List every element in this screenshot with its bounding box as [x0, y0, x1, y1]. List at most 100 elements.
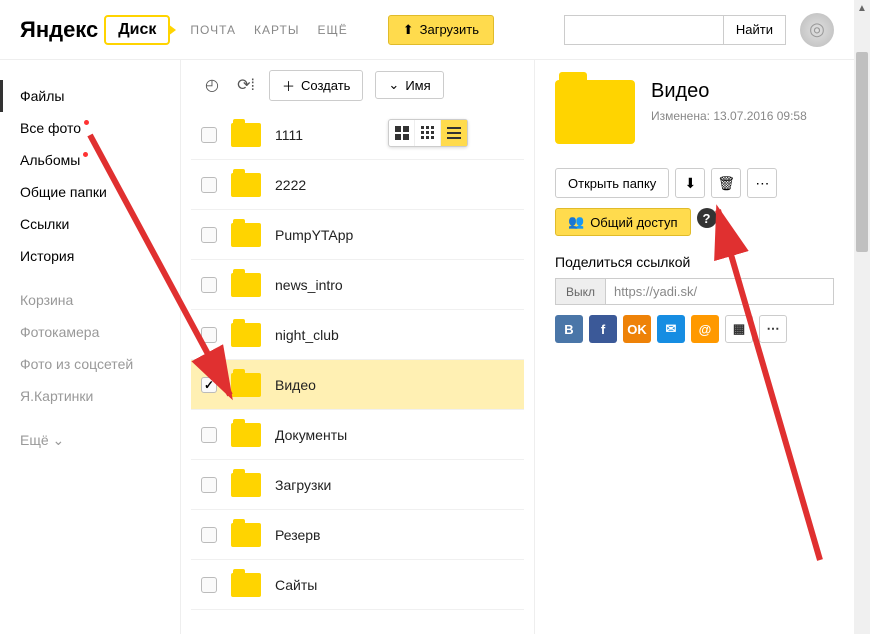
- folder-icon: [231, 573, 261, 597]
- sort-button[interactable]: ⌄Имя: [375, 71, 443, 99]
- social-qr[interactable]: ▦: [725, 315, 753, 343]
- file-name: news_intro: [275, 277, 343, 293]
- file-checkbox[interactable]: [201, 177, 217, 193]
- search-input[interactable]: [564, 15, 724, 45]
- sidebar-more[interactable]: Ещё ⌄: [0, 424, 180, 457]
- file-checkbox[interactable]: [201, 377, 217, 393]
- social-vk[interactable]: В: [555, 315, 583, 343]
- file-row[interactable]: news_intro: [191, 260, 524, 310]
- file-list: 1111 2222 PumpYTApp news_intro night_club Вид…: [181, 110, 534, 610]
- folder-icon: [231, 473, 261, 497]
- file-checkbox[interactable]: [201, 477, 217, 493]
- nav-mail[interactable]: ПОЧТА: [190, 23, 236, 37]
- delete-button[interactable]: 🗑: [711, 168, 741, 198]
- sidebar-item-allphoto[interactable]: Все фото: [0, 112, 180, 144]
- file-name: Сайты: [275, 577, 317, 593]
- trash-icon: 🗑: [717, 175, 735, 192]
- file-checkbox[interactable]: [201, 127, 217, 143]
- help-icon[interactable]: ?: [697, 208, 717, 228]
- file-name: 2222: [275, 177, 306, 193]
- more-actions-button[interactable]: ⋯: [747, 168, 777, 198]
- plus-icon: ＋: [282, 76, 295, 95]
- sidebar-item-shared[interactable]: Общие папки: [0, 176, 180, 208]
- nav-maps[interactable]: КАРТЫ: [254, 23, 299, 37]
- file-row[interactable]: Сайты: [191, 560, 524, 610]
- social-at[interactable]: @: [691, 315, 719, 343]
- share-link-input[interactable]: [606, 278, 834, 305]
- people-icon: 👥: [568, 214, 584, 230]
- file-name: PumpYTApp: [275, 227, 353, 243]
- social-mail[interactable]: ✉: [657, 315, 685, 343]
- create-button[interactable]: ＋Создать: [269, 70, 363, 101]
- download-button[interactable]: ⬇: [675, 168, 705, 198]
- file-checkbox[interactable]: [201, 327, 217, 343]
- scroll-thumb[interactable]: [856, 52, 868, 252]
- nav-more[interactable]: ЕЩЁ: [317, 23, 347, 37]
- disk-logo[interactable]: Диск: [104, 15, 170, 45]
- sidebar-item-yapics[interactable]: Я.Картинки: [0, 380, 180, 412]
- avatar[interactable]: ◎: [800, 13, 834, 47]
- header-nav: ПОЧТА КАРТЫ ЕЩЁ: [190, 23, 347, 37]
- file-name: night_club: [275, 327, 339, 343]
- file-checkbox[interactable]: [201, 427, 217, 443]
- view-large-tiles[interactable]: [389, 120, 415, 146]
- file-row[interactable]: 1111: [191, 110, 524, 160]
- upload-label: Загрузить: [420, 22, 479, 37]
- social-more[interactable]: ⋯: [759, 315, 787, 343]
- file-row[interactable]: night_club: [191, 310, 524, 360]
- social-fb[interactable]: f: [589, 315, 617, 343]
- folder-icon: [231, 123, 261, 147]
- view-switcher: [388, 119, 468, 147]
- history-icon[interactable]: ◴: [201, 74, 223, 96]
- file-name: Загрузки: [275, 477, 331, 493]
- sidebar-item-files[interactable]: Файлы: [0, 80, 180, 112]
- sidebar-item-trash[interactable]: Корзина: [0, 284, 180, 316]
- chevron-down-icon: ⌄: [388, 77, 399, 93]
- file-checkbox[interactable]: [201, 577, 217, 593]
- file-row[interactable]: PumpYTApp: [191, 210, 524, 260]
- folder-icon: [231, 323, 261, 347]
- file-row[interactable]: Видео: [191, 360, 524, 410]
- folder-icon: [231, 373, 261, 397]
- folder-icon: [231, 223, 261, 247]
- sidebar-item-albums[interactable]: Альбомы: [0, 144, 180, 176]
- file-row[interactable]: Документы: [191, 410, 524, 460]
- detail-title: Видео: [651, 80, 807, 103]
- view-list[interactable]: [441, 120, 467, 146]
- folder-icon-large: [555, 80, 635, 144]
- search-button[interactable]: Найти: [724, 15, 786, 45]
- sync-icon[interactable]: ⟳⁞: [235, 74, 257, 96]
- upload-icon: ⬆: [403, 22, 414, 38]
- file-name: Видео: [275, 377, 316, 393]
- open-folder-button[interactable]: Открыть папку: [555, 168, 669, 198]
- sidebar-item-links[interactable]: Ссылки: [0, 208, 180, 240]
- view-small-tiles[interactable]: [415, 120, 441, 146]
- header: Яндекс Диск ПОЧТА КАРТЫ ЕЩЁ ⬆ Загрузить …: [0, 0, 854, 60]
- scroll-up-arrow[interactable]: ▲: [854, 0, 870, 16]
- sidebar-item-camera[interactable]: Фотокамера: [0, 316, 180, 348]
- link-toggle[interactable]: Выкл: [555, 278, 606, 305]
- detail-pane: Видео Изменена: 13.07.2016 09:58 Открыть…: [534, 60, 854, 634]
- file-row[interactable]: 2222: [191, 160, 524, 210]
- file-checkbox[interactable]: [201, 527, 217, 543]
- upload-button[interactable]: ⬆ Загрузить: [388, 15, 494, 45]
- folder-icon: [231, 523, 261, 547]
- chevron-down-icon: ⌄: [53, 432, 65, 448]
- sidebar-item-history[interactable]: История: [0, 240, 180, 272]
- file-row[interactable]: Резерв: [191, 510, 524, 560]
- browser-scrollbar[interactable]: ▲: [854, 0, 870, 634]
- sidebar-item-socphoto[interactable]: Фото из соцсетей: [0, 348, 180, 380]
- social-share-row: ВfOK✉@▦⋯: [555, 315, 834, 343]
- file-row[interactable]: Загрузки: [191, 460, 524, 510]
- file-checkbox[interactable]: [201, 227, 217, 243]
- yandex-logo[interactable]: Яндекс: [20, 17, 98, 43]
- file-name: Резерв: [275, 527, 320, 543]
- search: Найти: [564, 15, 786, 45]
- social-ok[interactable]: OK: [623, 315, 651, 343]
- folder-icon: [231, 423, 261, 447]
- file-checkbox[interactable]: [201, 277, 217, 293]
- share-access-button[interactable]: 👥Общий доступ: [555, 208, 691, 236]
- folder-icon: [231, 273, 261, 297]
- download-icon: ⬇: [684, 175, 696, 192]
- folder-icon: [231, 173, 261, 197]
